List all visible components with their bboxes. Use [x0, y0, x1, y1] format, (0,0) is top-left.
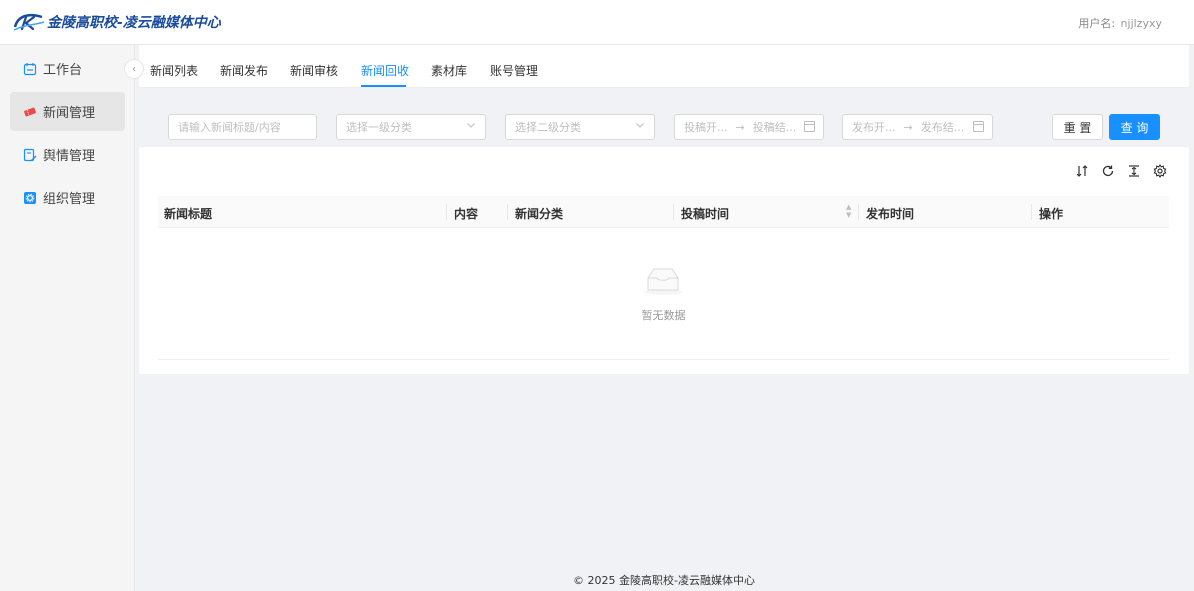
- active-tab-indicator: [361, 85, 406, 87]
- column-header-category[interactable]: 新闻分类: [515, 205, 563, 222]
- column-header-actions: 操作: [1039, 207, 1064, 221]
- footer-copyright: © 2025 金陵高职校-凌云融媒体中心: [573, 574, 755, 587]
- submit-start-placeholder: 投稿开...: [684, 121, 728, 134]
- column-header-publish-time[interactable]: 发布时间: [866, 205, 914, 222]
- tab-news-review[interactable]: 新闻审核: [290, 62, 338, 79]
- chevron-down-icon: [635, 120, 645, 133]
- publish-start-placeholder: 发布开...: [852, 121, 896, 134]
- sidebar-item-workbench[interactable]: 工作台: [10, 49, 125, 88]
- reset-button[interactable]: 重 置: [1052, 114, 1103, 140]
- settings-icon[interactable]: [1153, 164, 1167, 178]
- submit-end-placeholder: 投稿结...: [752, 121, 797, 134]
- sidebar-item-news[interactable]: 新闻管理: [10, 92, 125, 131]
- logo-text: 金陵高职校-凌云融媒体中心: [47, 15, 221, 31]
- column-divider: [673, 204, 674, 220]
- reload-icon[interactable]: [1101, 164, 1115, 178]
- sidebar-item-label: 舆情管理: [43, 149, 96, 164]
- top-header: 金陵高职校-凌云融媒体中心 用户名: njjlzyxy: [0, 0, 1194, 45]
- sidebar-item-public-opinion[interactable]: 舆情管理: [10, 135, 125, 174]
- calendar-icon: [973, 121, 984, 132]
- column-header-submit-time[interactable]: 投稿时间: [681, 205, 729, 222]
- sidebar-item-label: 工作台: [43, 63, 83, 78]
- tab-news-publish[interactable]: 新闻发布: [220, 62, 268, 79]
- logo-mark-icon: [13, 13, 45, 31]
- column-header-content[interactable]: 内容: [454, 205, 478, 222]
- column-header-title[interactable]: 新闻标题: [164, 205, 212, 222]
- ticket-icon: [23, 105, 37, 119]
- search-placeholder: 请输入新闻标题/内容: [178, 121, 281, 134]
- calendar-icon: [804, 121, 815, 132]
- tab-bar: 新闻列表 新闻发布 新闻审核 新闻回收 素材库 账号管理: [139, 45, 1189, 88]
- user-info[interactable]: 用户名: njjlzyxy: [1078, 15, 1162, 31]
- user-label: 用户名:: [1078, 17, 1116, 30]
- tab-news-recycle[interactable]: 新闻回收: [361, 62, 409, 79]
- column-divider: [507, 204, 508, 220]
- publish-end-placeholder: 发布结...: [920, 121, 965, 134]
- table-card: 新闻标题 内容 新闻分类 投稿时间 ▲ ▼ 发布时间 操作 暂无数据: [139, 147, 1189, 374]
- chevron-down-icon: [466, 120, 476, 133]
- sort-icon[interactable]: ▲ ▼: [846, 203, 851, 219]
- column-divider: [446, 204, 447, 220]
- tab-account-management[interactable]: 账号管理: [490, 62, 538, 79]
- sidebar-collapse-button[interactable]: ‹: [124, 59, 144, 79]
- sidebar-item-label: 新闻管理: [43, 106, 96, 121]
- category2-select[interactable]: 选择二级分类: [505, 114, 655, 140]
- publish-date-range-picker[interactable]: 发布开... → 发布结...: [842, 114, 993, 140]
- table-header: 新闻标题 内容 新闻分类 投稿时间 ▲ ▼ 发布时间 操作: [158, 196, 1169, 228]
- sidebar: 工作台 新闻管理 舆情管理 组织管理: [0, 45, 135, 591]
- empty-inbox-icon: [644, 268, 682, 295]
- sidebar-item-label: 组织管理: [43, 192, 96, 207]
- category1-placeholder: 选择一级分类: [346, 121, 412, 134]
- calendar-icon: [23, 62, 37, 76]
- column-divider: [1031, 204, 1032, 220]
- column-divider: [858, 204, 859, 220]
- gear-badge-icon: [23, 191, 37, 205]
- tab-news-list[interactable]: 新闻列表: [150, 62, 198, 79]
- range-arrow-icon: →: [735, 120, 745, 134]
- category2-placeholder: 选择二级分类: [515, 121, 581, 134]
- logo[interactable]: 金陵高职校-凌云融媒体中心: [12, 11, 221, 33]
- search-input[interactable]: 请输入新闻标题/内容: [168, 114, 317, 140]
- density-icon[interactable]: [1127, 164, 1141, 178]
- username: njjlzyxy: [1120, 17, 1162, 30]
- table-toolbar: [1075, 164, 1167, 178]
- column-height-icon[interactable]: [1075, 164, 1089, 178]
- chevron-left-icon: ‹: [132, 63, 136, 75]
- edit-document-icon: [23, 148, 37, 162]
- range-arrow-icon: →: [903, 120, 913, 134]
- submit-date-range-picker[interactable]: 投稿开... → 投稿结...: [674, 114, 824, 140]
- category1-select[interactable]: 选择一级分类: [336, 114, 486, 140]
- empty-state: 暂无数据: [158, 228, 1169, 360]
- empty-text: 暂无数据: [641, 309, 686, 322]
- tab-material-library[interactable]: 素材库: [431, 62, 467, 79]
- query-button[interactable]: 查 询: [1109, 114, 1160, 140]
- sidebar-item-organization[interactable]: 组织管理: [10, 178, 125, 217]
- filter-bar: 请输入新闻标题/内容 选择一级分类 选择二级分类 投稿开... → 投稿结...…: [139, 112, 1189, 142]
